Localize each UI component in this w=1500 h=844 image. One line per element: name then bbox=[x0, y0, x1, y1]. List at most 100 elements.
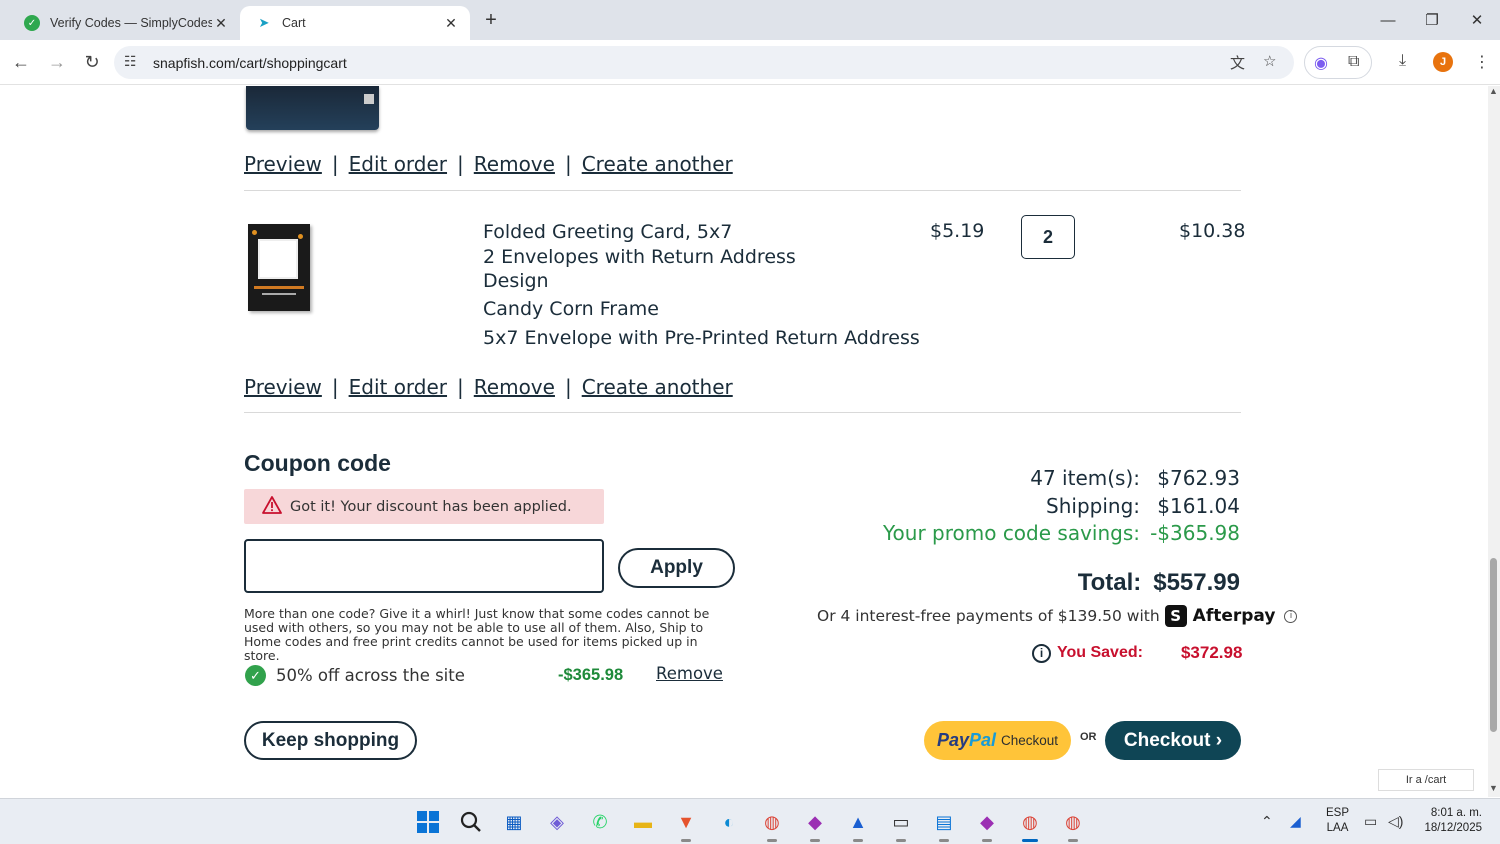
back-icon[interactable]: ← bbox=[9, 50, 33, 74]
new-tab-button[interactable]: + bbox=[480, 9, 502, 31]
network-icon[interactable]: ▭ bbox=[1364, 813, 1377, 830]
vpn-tray-icon[interactable]: ◢ bbox=[1290, 813, 1301, 830]
shipping-value: $161.04 bbox=[1157, 494, 1240, 518]
remove-link[interactable]: Remove bbox=[474, 152, 555, 176]
microsoft-store-icon[interactable]: ▦ bbox=[500, 808, 528, 836]
start-icon[interactable] bbox=[414, 808, 442, 836]
notepad-icon[interactable]: ▤ bbox=[930, 808, 958, 842]
assistant-icon[interactable]: ◉ bbox=[1314, 53, 1328, 73]
chrome-active-icon[interactable]: ◍ bbox=[1016, 808, 1044, 842]
file-explorer-icon[interactable]: ▬ bbox=[629, 808, 657, 836]
system-clock[interactable]: 8:01 a. m. 18/12/2025 bbox=[1418, 806, 1482, 836]
vpn-icon[interactable]: ▲ bbox=[844, 808, 872, 842]
close-tab-icon[interactable]: ✕ bbox=[442, 14, 460, 32]
product-thumbnail[interactable] bbox=[246, 86, 379, 130]
tab-strip: ✓ Verify Codes — SimplyCodes ✕ ➤ Cart ✕ … bbox=[0, 0, 1500, 40]
close-tab-icon[interactable]: ✕ bbox=[212, 14, 230, 32]
paypal-checkout-label: Checkout bbox=[1001, 733, 1059, 748]
unit-price: $5.19 bbox=[930, 220, 985, 242]
browser-icon[interactable]: ◆ bbox=[801, 808, 829, 842]
chrome-profile-icon[interactable]: ◍ bbox=[1059, 808, 1087, 842]
url-text[interactable]: snapfish.com/cart/shoppingcart bbox=[153, 55, 347, 71]
forward-icon[interactable]: → bbox=[45, 50, 69, 74]
address-bar[interactable]: ☷ snapfish.com/cart/shoppingcart 文 ☆ bbox=[114, 46, 1294, 79]
order-total: Total: $557.99 bbox=[1078, 569, 1240, 597]
terminal-icon[interactable]: ▭ bbox=[887, 808, 915, 842]
windows-taskbar: ▦ ◈ ✆ ▬ ▼ ◐ ◍ ◆ ▲ ▭ ▤ ◆ ◍ ◍ ⌃ ◢ ESP LAA … bbox=[0, 798, 1500, 844]
close-window-icon[interactable]: ✕ bbox=[1465, 8, 1489, 32]
item-actions: Preview | Edit order | Remove | Create a… bbox=[244, 152, 733, 176]
menu-kebab-icon[interactable]: ⋮ bbox=[1474, 52, 1490, 72]
show-hidden-icons[interactable]: ⌃ bbox=[1261, 813, 1273, 830]
scroll-up-icon[interactable]: ▲ bbox=[1489, 86, 1498, 96]
search-icon[interactable] bbox=[457, 808, 485, 836]
separator: | bbox=[564, 375, 572, 399]
chrome-icon[interactable]: ◍ bbox=[758, 808, 786, 842]
greeting-card-thumbnail[interactable] bbox=[248, 224, 310, 311]
whatsapp-icon[interactable]: ✆ bbox=[586, 808, 614, 836]
info-icon[interactable]: i bbox=[1032, 643, 1051, 663]
shipping-row: Shipping: $161.04 bbox=[1046, 494, 1240, 518]
apply-button[interactable]: Apply bbox=[618, 548, 735, 588]
brave-icon[interactable]: ▼ bbox=[672, 808, 700, 842]
promo-label: Your promo code savings: bbox=[882, 521, 1140, 545]
separator: | bbox=[457, 152, 464, 176]
scrollbar-thumb[interactable] bbox=[1490, 558, 1497, 732]
profile-avatar[interactable]: J bbox=[1433, 52, 1453, 72]
separator: | bbox=[564, 152, 572, 176]
bookmark-star-icon[interactable]: ☆ bbox=[1263, 52, 1276, 70]
page-scrollbar[interactable]: ▲ ▼ bbox=[1488, 86, 1500, 797]
paypal-logo-pal: Pal bbox=[968, 730, 996, 750]
status-link-tooltip: Ir a /cart bbox=[1378, 769, 1474, 791]
browser-toolbar: ← → ↻ ☷ snapfish.com/cart/shoppingcart 文… bbox=[0, 40, 1500, 85]
edit-order-link[interactable]: Edit order bbox=[349, 375, 447, 399]
download-icon[interactable]: ⤓ bbox=[1399, 52, 1406, 70]
checkout-button[interactable]: Checkout › bbox=[1105, 721, 1241, 760]
restore-icon[interactable]: ❐ bbox=[1420, 8, 1444, 32]
tab-title: Cart bbox=[282, 16, 306, 30]
divider bbox=[244, 412, 1241, 413]
site-info-icon[interactable]: ☷ bbox=[124, 53, 137, 70]
afterpay-text: Or 4 interest-free payments of $139.50 w… bbox=[817, 607, 1160, 625]
paypal-checkout-button[interactable]: Pay Pal Checkout bbox=[924, 721, 1071, 760]
volume-icon[interactable]: ◁) bbox=[1388, 813, 1403, 830]
create-another-link[interactable]: Create another bbox=[582, 375, 733, 399]
afterpay-offer: Or 4 interest-free payments of $139.50 w… bbox=[817, 605, 1298, 627]
extensions-icon[interactable]: ⧉ bbox=[1348, 53, 1359, 71]
product-design: Candy Corn Frame bbox=[483, 298, 659, 320]
you-saved-row: i You Saved: $372.98 bbox=[1032, 643, 1242, 663]
minimize-icon[interactable]: — bbox=[1376, 8, 1400, 32]
afterpay-logo-icon: S bbox=[1164, 605, 1187, 627]
promo-savings-row: Your promo code savings: -$365.98 bbox=[883, 521, 1240, 545]
reload-icon[interactable]: ↻ bbox=[80, 50, 104, 74]
keyboard-layout: LAA bbox=[1326, 822, 1349, 834]
translate-icon[interactable]: 文 bbox=[1230, 52, 1245, 73]
line-total: $10.38 bbox=[1179, 220, 1246, 242]
tab-cart[interactable]: ➤ Cart ✕ bbox=[240, 6, 470, 40]
preview-link[interactable]: Preview bbox=[244, 152, 322, 176]
quantity-field[interactable]: 2 bbox=[1021, 215, 1075, 259]
coupon-note: More than one code? Give it a whirl! Jus… bbox=[244, 606, 710, 663]
product-option: 2 Envelopes with Return Address bbox=[483, 246, 796, 268]
scroll-down-icon[interactable]: ▼ bbox=[1489, 783, 1498, 793]
clock-date: 18/12/2025 bbox=[1424, 822, 1482, 834]
total-label: Total: bbox=[1077, 569, 1142, 596]
tab-simplycodes[interactable]: ✓ Verify Codes — SimplyCodes ✕ bbox=[8, 6, 240, 40]
language-indicator[interactable]: ESP LAA bbox=[1326, 806, 1349, 836]
edit-order-link[interactable]: Edit order bbox=[349, 152, 447, 176]
browser-alt-icon[interactable]: ◆ bbox=[973, 808, 1001, 842]
info-icon[interactable]: i bbox=[1284, 609, 1298, 623]
remove-coupon-link[interactable]: Remove bbox=[656, 664, 723, 683]
clock-time: 8:01 a. m. bbox=[1430, 807, 1482, 819]
remove-link[interactable]: Remove bbox=[474, 375, 555, 399]
saved-value: $372.98 bbox=[1180, 643, 1243, 662]
edge-icon[interactable]: ◐ bbox=[715, 808, 743, 836]
preview-link[interactable]: Preview bbox=[244, 375, 322, 399]
alert-text: Got it! Your discount has been applied. bbox=[290, 498, 572, 515]
m365-icon[interactable]: ◈ bbox=[543, 808, 571, 836]
tab-title: Verify Codes — SimplyCodes bbox=[50, 16, 212, 30]
coupon-input[interactable] bbox=[244, 539, 604, 593]
keep-shopping-button[interactable]: Keep shopping bbox=[244, 721, 417, 760]
language-code: ESP bbox=[1326, 807, 1350, 819]
create-another-link[interactable]: Create another bbox=[582, 152, 733, 176]
